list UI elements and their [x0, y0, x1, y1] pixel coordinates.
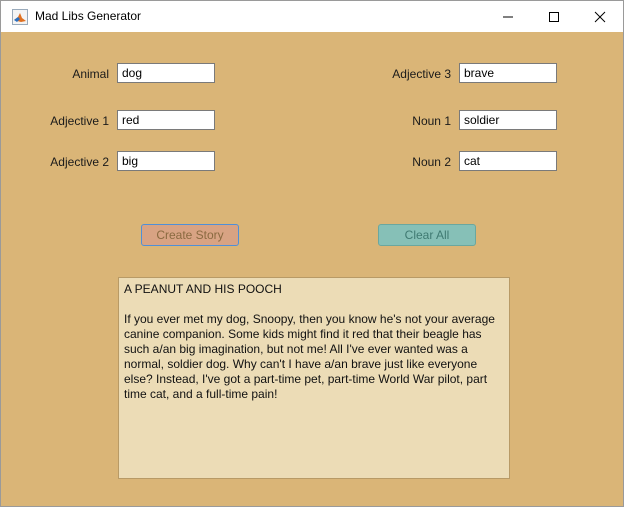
maximize-icon [549, 11, 559, 22]
noun2-field[interactable] [459, 151, 557, 171]
minimize-icon [503, 16, 513, 17]
noun1-label: Noun 1 [412, 114, 451, 128]
adjective1-field[interactable] [117, 110, 215, 130]
adjective2-field[interactable] [117, 151, 215, 171]
adjective3-field[interactable] [459, 63, 557, 83]
main-panel: Animal Adjective 1 Adjective 2 Adjective… [1, 32, 623, 506]
close-button[interactable] [577, 1, 623, 32]
title-bar[interactable]: Mad Libs Generator [1, 1, 623, 32]
noun1-field[interactable] [459, 110, 557, 130]
matlab-icon [12, 9, 28, 25]
close-icon [594, 11, 606, 22]
minimize-button[interactable] [485, 1, 531, 32]
window-title: Mad Libs Generator [35, 9, 142, 23]
noun2-label: Noun 2 [412, 155, 451, 169]
adjective1-label: Adjective 1 [50, 114, 109, 128]
animal-field[interactable] [117, 63, 215, 83]
adjective2-label: Adjective 2 [50, 155, 109, 169]
story-textarea[interactable]: A PEANUT AND HIS POOCH If you ever met m… [118, 277, 510, 479]
maximize-button[interactable] [531, 1, 577, 32]
app-window: Mad Libs Generator Animal Adjective 1 Ad… [0, 0, 624, 507]
create-story-button[interactable]: Create Story [141, 224, 239, 246]
clear-all-button[interactable]: Clear All [378, 224, 476, 246]
animal-label: Animal [72, 67, 109, 81]
adjective3-label: Adjective 3 [392, 67, 451, 81]
